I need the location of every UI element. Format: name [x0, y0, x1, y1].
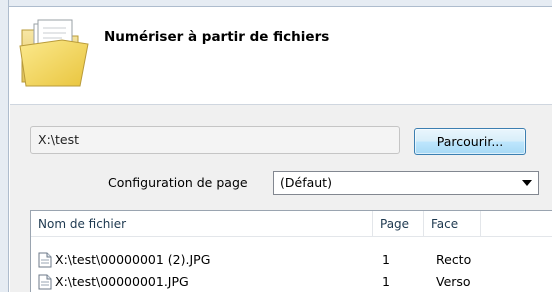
- file-face: Recto: [436, 252, 472, 267]
- file-list-header: Nom de fichier Page Face: [31, 211, 552, 237]
- file-page: 1: [382, 252, 390, 267]
- table-row[interactable]: X:\test\00000001.JPG 1 Verso: [31, 272, 552, 292]
- page-config-selected-value: (Défaut): [280, 175, 332, 190]
- file-name: X:\test\00000001 (2).JPG: [55, 252, 211, 267]
- file-icon: [38, 252, 52, 268]
- column-header-filename[interactable]: Nom de fichier: [31, 211, 373, 237]
- chevron-down-icon[interactable]: [522, 180, 532, 186]
- page-config-label: Configuration de page: [108, 175, 248, 190]
- file-page: 1: [382, 274, 390, 289]
- file-icon: [38, 274, 52, 290]
- file-name: X:\test\00000001.JPG: [55, 274, 189, 289]
- folder-path-input[interactable]: X:\test: [30, 126, 400, 154]
- table-row[interactable]: X:\test\00000001 (2).JPG 1 Recto: [31, 250, 552, 270]
- dialog-title: Numériser à partir de fichiers: [104, 29, 330, 45]
- folder-icon: [19, 19, 89, 87]
- file-list[interactable]: Nom de fichier Page Face X:\test\0000000…: [30, 210, 552, 292]
- page-config-dropdown[interactable]: (Défaut): [273, 171, 539, 195]
- dialog-header: [10, 8, 552, 104]
- file-face: Verso: [436, 274, 471, 289]
- column-header-face[interactable]: Face: [424, 211, 481, 237]
- column-header-page[interactable]: Page: [373, 211, 424, 237]
- window-frame-left: [0, 0, 9, 292]
- window-frame-top: [0, 0, 552, 7]
- browse-button[interactable]: Parcourir...: [414, 128, 526, 155]
